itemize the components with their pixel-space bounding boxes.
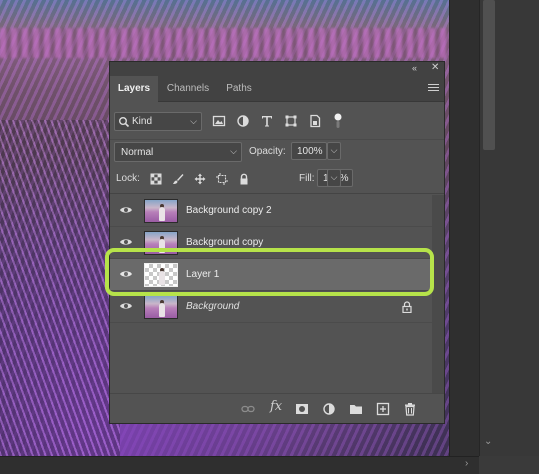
fill-label: Fill: [299,173,315,184]
fx-icon[interactable]: fx [270,399,282,414]
blend-mode-select[interactable]: Normal ⌵ [114,142,242,162]
visibility-eye-icon[interactable] [119,205,133,215]
lock-row: Lock: Fill: 100% ⌵ [110,167,444,189]
opacity-dropdown-button[interactable]: ⌵ [327,142,341,160]
chevron-down-icon: ⌵ [230,146,237,156]
scroll-down-arrow-icon[interactable]: ⌄ [484,436,492,447]
photoshop-workspace: ⌄ › « ✕ Layers Channels Paths Kind ⌵ Nor… [0,0,539,474]
filter-kind-label: Kind [132,116,153,127]
shape-layer-filter-icon[interactable] [284,114,298,128]
tab-channels[interactable]: Channels [160,76,216,102]
collapse-panel-icon[interactable]: « [412,63,417,73]
smart-object-filter-icon[interactable] [308,114,322,128]
filter-kind-select[interactable]: Kind ⌵ [114,112,202,131]
canvas-horizontal-scrollbar[interactable] [0,456,479,474]
chevron-down-icon: ⌵ [190,116,197,126]
group-folder-icon[interactable] [349,402,363,416]
layer-name[interactable]: Background copy [186,237,263,248]
visibility-eye-icon[interactable] [119,237,133,247]
layer-thumbnail [144,295,178,319]
fill-dropdown-button[interactable]: ⌵ [327,169,341,187]
close-panel-icon[interactable]: ✕ [431,62,439,73]
trash-icon[interactable] [403,402,417,416]
opacity-label: Opacity: [249,146,286,157]
canvas-vertical-scrollbar[interactable] [449,0,479,456]
opacity-input[interactable]: 100% [291,142,327,160]
add-mask-icon[interactable] [295,402,309,416]
panel-footer-toolbar: fx [110,393,444,423]
dock-scroll-thumb[interactable] [483,0,495,150]
panel-menu-icon[interactable] [428,84,439,93]
new-layer-icon[interactable] [376,402,390,416]
lock-transparent-pixels-icon[interactable] [150,173,162,185]
layer-name[interactable]: Background [186,301,239,312]
status-corner [479,456,539,474]
layer-row[interactable]: Background copy 2 [110,195,432,227]
link-layers-icon[interactable] [241,402,255,416]
lock-artboard-icon[interactable] [216,173,228,185]
divider [110,193,444,194]
selected-layer-highlight [105,248,434,296]
search-icon [119,117,130,128]
adjustment-layer-icon[interactable] [322,402,336,416]
layer-thumbnail [144,199,178,223]
lock-label: Lock: [116,173,140,184]
adjustment-layer-filter-icon[interactable] [236,114,250,128]
tab-paths[interactable]: Paths [220,76,258,102]
blend-row: Normal ⌵ Opacity: 100% ⌵ [110,139,444,162]
blend-mode-value: Normal [121,147,154,158]
panel-tabbar: Layers Channels Paths [110,76,444,102]
layer-filter-row: Kind ⌵ [110,108,444,134]
tab-layers[interactable]: Layers [110,76,158,102]
lock-position-icon[interactable] [194,173,206,185]
layer-name[interactable]: Background copy 2 [186,205,272,216]
lock-all-icon[interactable] [238,173,250,185]
filter-toggle-icon[interactable] [334,113,342,129]
layer-lock-icon[interactable] [402,301,412,313]
pixel-layer-filter-icon[interactable] [212,114,226,128]
scroll-right-arrow-icon[interactable]: › [465,458,468,469]
visibility-eye-icon[interactable] [119,301,133,311]
lock-image-pixels-icon[interactable] [172,173,184,185]
panel-titlebar[interactable]: « ✕ [110,62,444,76]
type-layer-filter-icon[interactable] [260,114,274,128]
layers-list-scrollbar[interactable] [432,195,444,393]
layers-panel: « ✕ Layers Channels Paths Kind ⌵ Normal [109,61,445,424]
